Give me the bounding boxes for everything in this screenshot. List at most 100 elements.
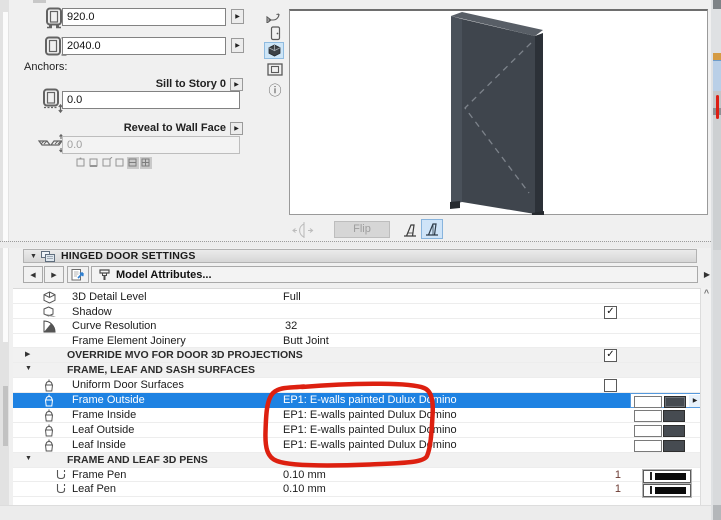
paint-bucket-icon: [43, 424, 56, 437]
next-panel-button[interactable]: ▶: [44, 266, 64, 283]
anchor-toggle-1[interactable]: [75, 157, 87, 169]
settings-header-bar[interactable]: ▼ HINGED DOOR SETTINGS: [23, 249, 697, 263]
sill-anchor-flyout-button[interactable]: ▶: [230, 78, 243, 91]
reveal-anchor-flyout-button[interactable]: ▶: [230, 122, 243, 135]
collapse-down-icon[interactable]: ▼: [25, 455, 32, 462]
collapse-right-icon[interactable]: ▶: [25, 350, 30, 358]
table-row-leaf-inside[interactable]: Leaf Inside EP1: E-walls painted Dulux D…: [13, 438, 700, 453]
pen-icon: [55, 469, 68, 482]
surface-swatch-light[interactable]: [634, 425, 662, 437]
row-label: Curve Resolution: [72, 320, 157, 332]
row-label: Frame Outside: [72, 394, 145, 406]
anchor-toggle-5[interactable]: [127, 157, 139, 169]
flip-mirror-icon: [292, 221, 318, 240]
table-row-shadow[interactable]: Shadow ✓: [13, 305, 700, 319]
row-value: EP1: E-walls painted Dulux Domino: [283, 439, 457, 451]
row-value: Butt Joint: [283, 335, 329, 347]
anchor-toggle-6[interactable]: [140, 157, 152, 169]
override-mvo-checkbox[interactable]: ✓: [604, 349, 617, 362]
settings-panels-icon: [40, 250, 55, 262]
row-label: Leaf Pen: [72, 483, 117, 495]
row-label: Leaf Inside: [72, 439, 126, 451]
right-window-edge: [711, 0, 721, 520]
table-row-leaf-pen[interactable]: Leaf Pen 0.10 mm 1: [13, 482, 700, 497]
door-3d-preview[interactable]: [289, 9, 708, 215]
row-value: 0.10 mm: [283, 483, 326, 495]
row-value: EP1: E-walls painted Dulux Domino: [283, 394, 457, 406]
group-label: FRAME AND LEAF 3D PENS: [67, 454, 208, 466]
row-label: Frame Inside: [72, 409, 137, 421]
surface-swatch-dark[interactable]: [663, 410, 685, 422]
arc-icon: [43, 320, 56, 333]
surface-swatch-dark[interactable]: [664, 395, 686, 408]
red-edge-annotation: [716, 95, 719, 119]
table-row-3d-detail-level[interactable]: 3D Detail Level Full: [13, 290, 700, 304]
row-value: EP1: E-walls painted Dulux Domino: [283, 424, 457, 436]
table-row-curve-resolution[interactable]: Curve Resolution 32: [13, 319, 700, 334]
paint-bucket-icon: [43, 409, 56, 422]
reveal-anchor-label: Reveal to Wall Face: [123, 122, 226, 134]
surface-swatch-dark[interactable]: [663, 440, 685, 452]
anchor-toggle-4[interactable]: [114, 157, 126, 169]
uniform-door-surfaces-checkbox[interactable]: [604, 379, 617, 392]
table-group-override-mvo[interactable]: ▶ OVERRIDE MVO FOR DOOR 3D PROJECTIONS ✓: [13, 348, 700, 363]
door-height-input[interactable]: [62, 37, 226, 55]
surface-swatch-light[interactable]: [634, 410, 662, 422]
brush-icon: [98, 268, 111, 281]
surface-swatch-dark[interactable]: [663, 425, 685, 437]
pen-preview-control[interactable]: [643, 484, 691, 497]
door-width-input[interactable]: [62, 8, 226, 26]
paint-bucket-icon: [43, 394, 56, 407]
settings-table: 3D Detail Level Full Shadow ✓ Curve Reso…: [13, 288, 714, 506]
group-label: OVERRIDE MVO FOR DOOR 3D PROJECTIONS: [67, 349, 303, 361]
sill-anchor-label: Sill to Story 0: [155, 78, 226, 90]
table-row-leaf-outside[interactable]: Leaf Outside EP1: E-walls painted Dulux …: [13, 423, 700, 438]
anchor-toggle-2[interactable]: [88, 157, 100, 169]
table-row-frame-element-joinery[interactable]: Frame Element Joinery Butt Joint: [13, 334, 700, 348]
preview-frame-icon[interactable]: [267, 62, 283, 76]
pen-icon: [55, 483, 68, 496]
flip-button: Flip: [334, 221, 390, 238]
row-value: Full: [283, 291, 301, 303]
anchor-toggle-3[interactable]: [101, 157, 113, 169]
collapse-down-icon[interactable]: ▼: [25, 365, 32, 372]
table-row-uniform-door-surfaces[interactable]: Uniform Door Surfaces: [13, 378, 700, 393]
plan-view-icon[interactable]: [265, 9, 284, 24]
prev-panel-button[interactable]: ◀: [23, 266, 43, 283]
elevation-view-icon[interactable]: [270, 26, 281, 41]
sill-value-input[interactable]: [62, 91, 240, 109]
surface-swatch-light[interactable]: [634, 440, 662, 452]
anchors-label: Anchors:: [24, 61, 68, 73]
reveal-value-input: [62, 136, 240, 154]
3d-view-icon[interactable]: [264, 42, 284, 59]
info-icon[interactable]: ⓘ: [267, 81, 283, 98]
table-group-frame-leaf-sash-surfaces[interactable]: ▼ FRAME, LEAF AND SASH SURFACES: [13, 363, 700, 378]
transfer-settings-button[interactable]: [67, 266, 89, 283]
table-row-frame-outside[interactable]: Frame Outside EP1: E-walls painted Dulux…: [13, 393, 714, 408]
shadow-checkbox[interactable]: ✓: [604, 306, 617, 319]
dialog-bottom-strip: [0, 505, 721, 520]
door-swing-option-icon[interactable]: [401, 221, 419, 239]
row-value: EP1: E-walls painted Dulux Domino: [283, 409, 457, 421]
door-width-icon: [44, 7, 64, 29]
row-label: 3D Detail Level: [72, 291, 147, 303]
row-label: Leaf Outside: [72, 424, 135, 436]
panel-splitter[interactable]: [0, 241, 721, 248]
row-label: Frame Element Joinery: [72, 335, 186, 347]
left-edge-strip: [3, 12, 8, 342]
row-label: Uniform Door Surfaces: [72, 379, 184, 391]
door-swing-selected-icon[interactable]: [421, 219, 443, 239]
model-attributes-tab[interactable]: Model Attributes...: [91, 266, 698, 283]
table-row-frame-inside[interactable]: Frame Inside EP1: E-walls painted Dulux …: [13, 408, 700, 423]
pen-number: 1: [614, 469, 621, 481]
surface-swatch-light[interactable]: [634, 395, 662, 408]
table-row-frame-pen[interactable]: Frame Pen 0.10 mm 1: [13, 468, 700, 483]
door-width-flyout-button[interactable]: ▶: [231, 9, 244, 24]
reveal-anchor-icon: [37, 133, 65, 155]
table-group-frame-and-leaf-3d-pens[interactable]: ▼ FRAME AND LEAF 3D PENS: [13, 453, 700, 468]
door-height-flyout-button[interactable]: ▶: [231, 38, 244, 53]
row-value: 0.10 mm: [283, 469, 326, 481]
group-label: FRAME, LEAF AND SASH SURFACES: [67, 364, 256, 376]
model-attributes-label: Model Attributes...: [116, 268, 212, 281]
collapse-icon[interactable]: ▼: [30, 253, 37, 260]
